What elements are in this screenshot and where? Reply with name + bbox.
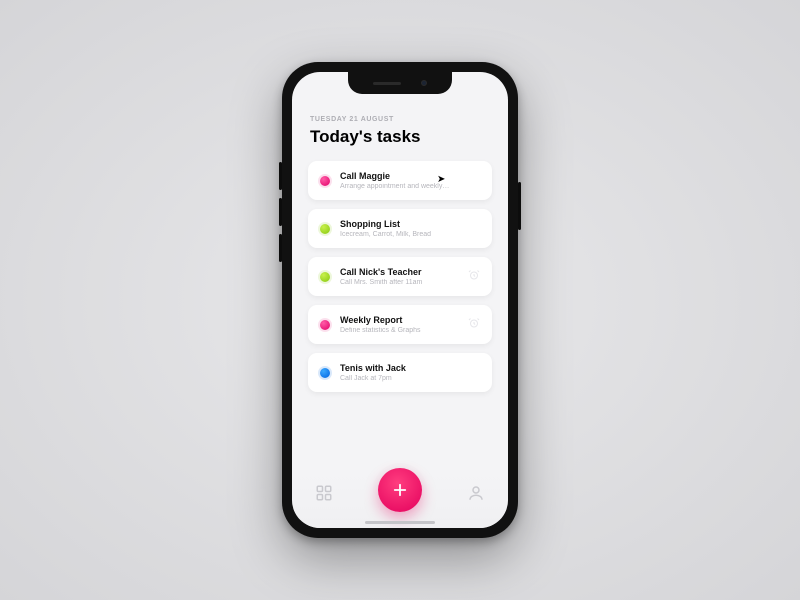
task-card[interactable]: Shopping List Icecream, Carrot, Milk, Br… <box>308 209 492 248</box>
task-title: Call Nick's Teacher <box>340 267 458 277</box>
task-list: Call Maggie Arrange appointment and week… <box>308 161 492 392</box>
task-card[interactable]: Tenis with Jack Call Jack at 7pm <box>308 353 492 392</box>
category-dot-icon <box>320 368 330 378</box>
task-subtitle: Define statistics & Graphs <box>340 327 458 334</box>
profile-icon[interactable] <box>467 484 485 507</box>
task-title: Tenis with Jack <box>340 363 480 373</box>
app-content: TUESDAY 21 AUGUST Today's tasks Call Mag… <box>292 72 508 528</box>
task-subtitle: Call Jack at 7pm <box>340 375 480 382</box>
task-text: Tenis with Jack Call Jack at 7pm <box>340 363 480 382</box>
category-dot-icon <box>320 272 330 282</box>
task-card[interactable]: Weekly Report Define statistics & Graphs <box>308 305 492 344</box>
category-dot-icon <box>320 320 330 330</box>
alarm-icon <box>468 268 480 286</box>
category-dot-icon <box>320 176 330 186</box>
task-card[interactable]: Call Nick's Teacher Call Mrs. Smith afte… <box>308 257 492 296</box>
task-subtitle: Arrange appointment and weekly… <box>340 183 480 190</box>
alarm-icon <box>468 316 480 334</box>
notch <box>348 72 452 94</box>
task-subtitle: Call Mrs. Smith after 11am <box>340 279 458 286</box>
date-label: TUESDAY 21 AUGUST <box>310 116 492 123</box>
add-task-button[interactable] <box>378 468 422 512</box>
front-camera <box>421 80 427 86</box>
task-title: Shopping List <box>340 219 480 229</box>
task-subtitle: Icecream, Carrot, Milk, Bread <box>340 231 480 238</box>
dashboard-icon[interactable] <box>315 484 333 507</box>
category-dot-icon <box>320 224 330 234</box>
screen: TUESDAY 21 AUGUST Today's tasks Call Mag… <box>292 72 508 528</box>
task-text: Shopping List Icecream, Carrot, Milk, Br… <box>340 219 480 238</box>
phone-frame: TUESDAY 21 AUGUST Today's tasks Call Mag… <box>282 62 518 538</box>
speaker <box>373 82 401 85</box>
tab-bar <box>292 470 508 528</box>
home-indicator[interactable] <box>365 521 435 524</box>
task-card[interactable]: Call Maggie Arrange appointment and week… <box>308 161 492 200</box>
task-title: Weekly Report <box>340 315 458 325</box>
task-title: Call Maggie <box>340 171 480 181</box>
page-title: Today's tasks <box>310 127 492 147</box>
task-text: Weekly Report Define statistics & Graphs <box>340 315 458 334</box>
task-text: Call Maggie Arrange appointment and week… <box>340 171 480 190</box>
task-text: Call Nick's Teacher Call Mrs. Smith afte… <box>340 267 458 286</box>
